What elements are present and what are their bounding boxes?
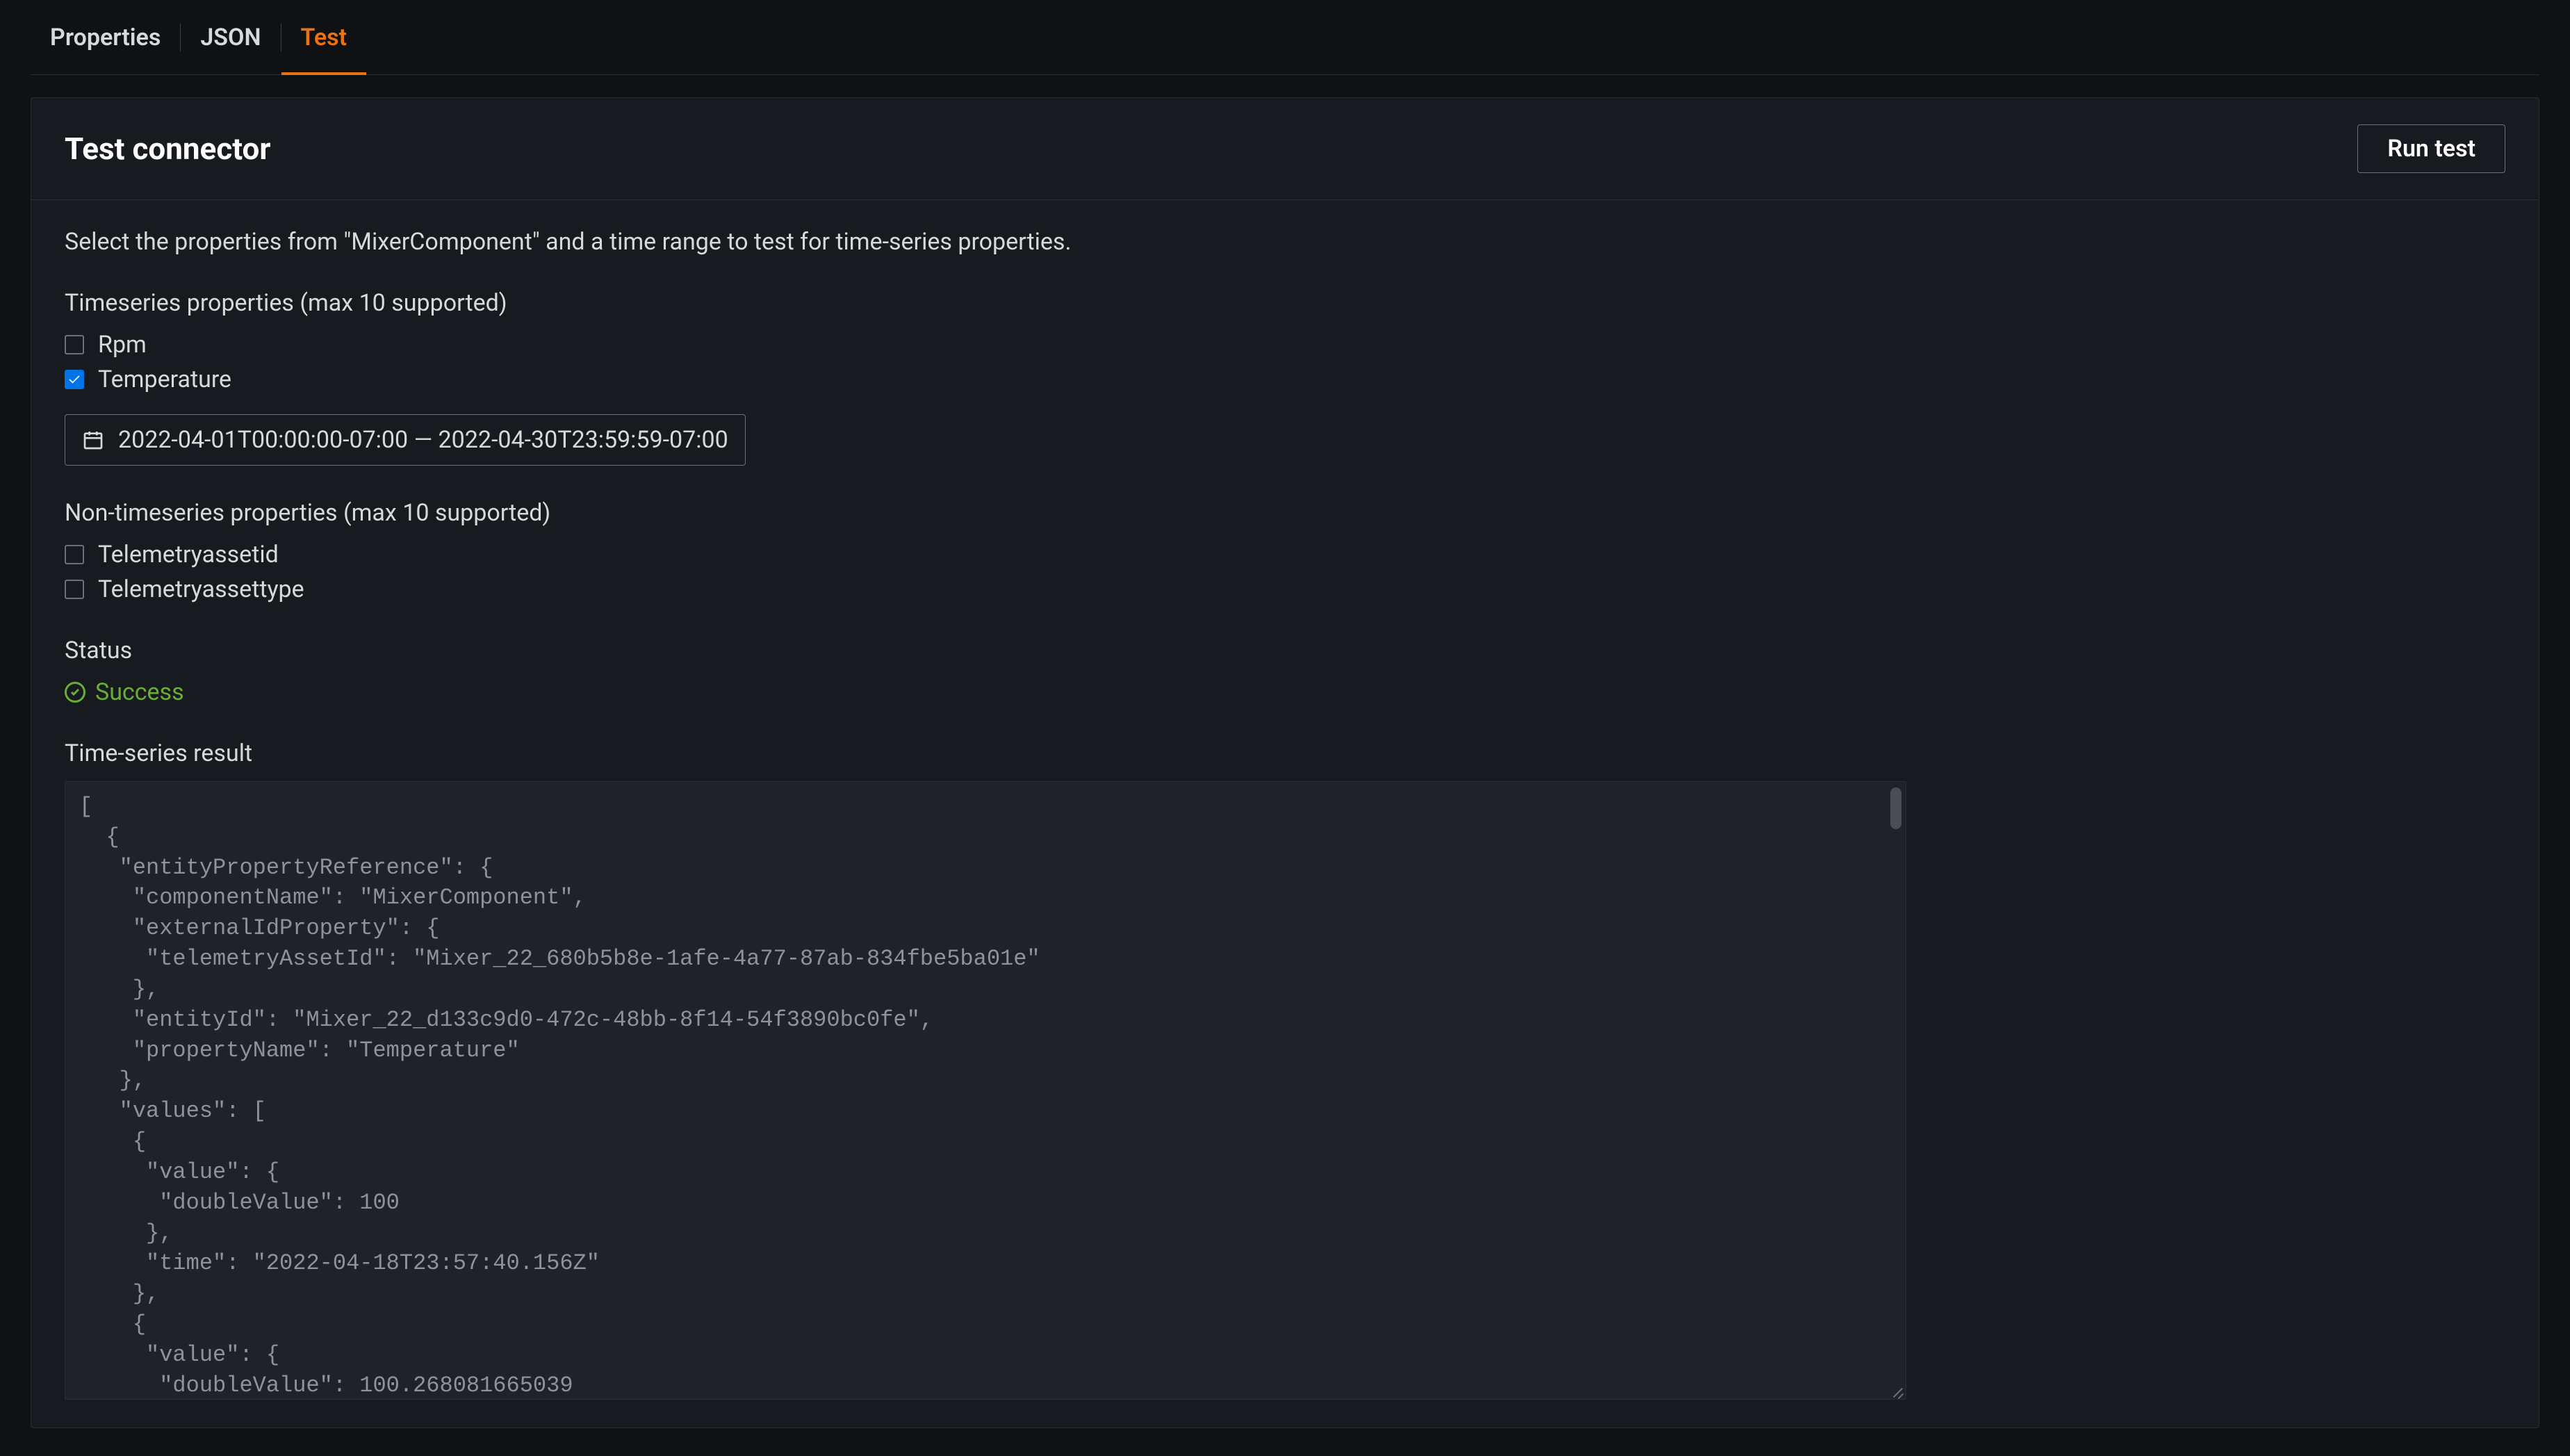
- status-value: Success: [65, 678, 2505, 706]
- date-range-value: 2022-04-01T00:00:00-07:00 — 2022-04-30T2…: [118, 426, 728, 454]
- timeseries-label: Timeseries properties (max 10 supported): [65, 289, 2505, 317]
- result-content: [ { "entityPropertyReference": { "compon…: [65, 782, 1906, 1400]
- ts-checkbox-label: Temperature: [98, 366, 231, 393]
- calendar-icon: [82, 429, 104, 451]
- tabs: Properties JSON Test: [31, 0, 2539, 75]
- ts-checkbox-1[interactable]: [65, 370, 84, 389]
- nts-checkbox-1[interactable]: [65, 580, 84, 599]
- tab-properties[interactable]: Properties: [31, 0, 180, 74]
- nts-checkbox-label: Telemetryassettype: [98, 575, 304, 603]
- panel-title: Test connector: [65, 131, 271, 167]
- non-timeseries-list: Telemetryassetid Telemetryassettype: [65, 541, 2505, 603]
- panel-header: Test connector Run test: [31, 98, 2539, 200]
- checkbox-row: Rpm: [65, 331, 2505, 359]
- ts-checkbox-0[interactable]: [65, 335, 84, 354]
- panel-description: Select the properties from "MixerCompone…: [65, 228, 2505, 256]
- checkbox-row: Telemetryassetid: [65, 541, 2505, 569]
- checkbox-row: Temperature: [65, 366, 2505, 393]
- result-label: Time-series result: [65, 739, 2505, 767]
- status-label: Status: [65, 637, 2505, 664]
- status-text: Success: [95, 678, 184, 706]
- tab-test[interactable]: Test: [281, 0, 367, 74]
- nts-checkbox-label: Telemetryassetid: [98, 541, 279, 569]
- timeseries-list: Rpm Temperature: [65, 331, 2505, 393]
- checkbox-row: Telemetryassettype: [65, 575, 2505, 603]
- ts-checkbox-label: Rpm: [98, 331, 147, 359]
- run-test-button[interactable]: Run test: [2357, 124, 2505, 173]
- nts-checkbox-0[interactable]: [65, 545, 84, 564]
- tab-json[interactable]: JSON: [181, 0, 280, 74]
- panel-body: Select the properties from "MixerCompone…: [31, 200, 2539, 1428]
- scrollbar-thumb[interactable]: [1890, 787, 1901, 829]
- success-icon: [65, 682, 85, 703]
- non-timeseries-label: Non-timeseries properties (max 10 suppor…: [65, 499, 2505, 527]
- date-range-input[interactable]: 2022-04-01T00:00:00-07:00 — 2022-04-30T2…: [65, 414, 746, 466]
- result-textarea[interactable]: [ { "entityPropertyReference": { "compon…: [65, 781, 1906, 1400]
- resize-handle-icon[interactable]: [1889, 1382, 1906, 1399]
- test-connector-panel: Test connector Run test Select the prope…: [31, 97, 2539, 1428]
